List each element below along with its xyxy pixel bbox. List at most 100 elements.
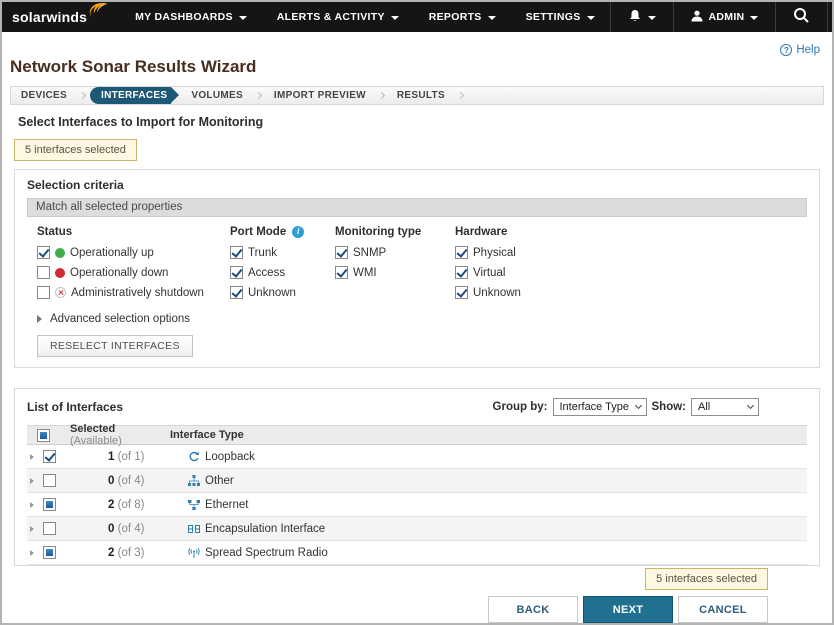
select-all-checkbox[interactable] xyxy=(37,429,50,442)
available-count: (of 8) xyxy=(118,499,145,511)
row-expander[interactable] xyxy=(27,454,43,460)
show-select[interactable]: All xyxy=(691,398,759,416)
show-label: Show: xyxy=(652,401,687,413)
row-count: 1 (of 1) xyxy=(108,451,186,463)
physical-checkbox[interactable] xyxy=(455,246,468,259)
advanced-options-label: Advanced selection options xyxy=(50,313,190,325)
step-separator-chevron-icon xyxy=(378,92,385,99)
virtual-checkbox[interactable] xyxy=(455,266,468,279)
solarwinds-logo[interactable]: solarwinds xyxy=(2,2,120,32)
nav-alerts-activity-label: ALERTS & ACTIVITY xyxy=(277,11,385,23)
footer: 5 interfaces selected BACK NEXT CANCEL xyxy=(2,568,832,623)
interface-type-label: Encapsulation Interface xyxy=(205,523,325,535)
operationally-up-checkbox[interactable] xyxy=(37,246,50,259)
trunk-checkbox[interactable] xyxy=(230,246,243,259)
operationally-down-checkbox[interactable] xyxy=(37,266,50,279)
row-count: 0 (of 4) xyxy=(108,475,186,487)
selected-count: 0 xyxy=(108,523,114,535)
criterion-operationally-up[interactable]: Operationally up xyxy=(37,246,230,259)
status-up-icon xyxy=(55,248,65,258)
step-results[interactable]: RESULTS xyxy=(387,90,455,101)
hardware-column-header: Hardware xyxy=(455,225,807,238)
row-expander[interactable] xyxy=(27,478,43,484)
step-interfaces-active[interactable]: INTERFACES xyxy=(90,87,171,104)
nav-settings[interactable]: SETTINGS xyxy=(511,2,610,32)
status-column-header: Status xyxy=(37,225,230,238)
wizard-steps-bar: DEVICES INTERFACES VOLUMES IMPORT PREVIE… xyxy=(10,86,824,105)
monitoring-type-column-header: Monitoring type xyxy=(335,225,455,238)
port-mode-header-label: Port Mode xyxy=(230,226,286,238)
criterion-snmp[interactable]: SNMP xyxy=(335,246,455,259)
criterion-wmi[interactable]: WMI xyxy=(335,266,455,279)
notifications-menu[interactable] xyxy=(610,2,673,32)
criterion-label: Administratively shutdown xyxy=(71,287,204,299)
encapsulation-icon xyxy=(186,523,201,535)
chevron-down-icon xyxy=(587,16,595,20)
port-mode-column-header: Port Mode i xyxy=(230,225,335,238)
admin-shutdown-checkbox[interactable] xyxy=(37,286,50,299)
encapsulation-row-checkbox[interactable] xyxy=(43,522,56,535)
table-row-ethernet: 2 (of 8) Ethernet xyxy=(27,493,807,517)
user-icon xyxy=(691,10,703,25)
back-button[interactable]: BACK xyxy=(488,596,578,623)
solarwinds-flame-icon xyxy=(88,2,110,25)
show-value: All xyxy=(698,401,710,413)
group-by-value: Interface Type xyxy=(560,401,630,413)
criterion-access[interactable]: Access xyxy=(230,266,335,279)
other-row-checkbox[interactable] xyxy=(43,474,56,487)
unknown-port-checkbox[interactable] xyxy=(230,286,243,299)
chevron-down-icon xyxy=(747,402,754,409)
snmp-checkbox[interactable] xyxy=(335,246,348,259)
next-button[interactable]: NEXT xyxy=(583,596,673,623)
monitoring-type-column: Monitoring type SNMP WMI xyxy=(335,225,455,306)
admin-menu[interactable]: ADMIN xyxy=(673,2,776,32)
criterion-label: Trunk xyxy=(248,247,277,259)
criterion-label: Unknown xyxy=(248,287,296,299)
criterion-unknown-hardware[interactable]: Unknown xyxy=(455,286,807,299)
row-expander[interactable] xyxy=(27,526,43,532)
criterion-operationally-down[interactable]: Operationally down xyxy=(37,266,230,279)
criterion-unknown-port[interactable]: Unknown xyxy=(230,286,335,299)
nav-help[interactable]: ? HELP xyxy=(827,2,834,32)
expand-triangle-icon xyxy=(30,550,34,556)
interfaces-selected-badge: 5 interfaces selected xyxy=(645,568,768,590)
page-help-link[interactable]: ? Help xyxy=(780,44,820,56)
selected-header-label: Selected xyxy=(70,423,115,435)
criterion-admin-shutdown[interactable]: Administratively shutdown xyxy=(37,286,230,299)
nav-my-dashboards[interactable]: MY DASHBOARDS xyxy=(120,2,262,32)
nav-alerts-activity[interactable]: ALERTS & ACTIVITY xyxy=(262,2,414,32)
ethernet-row-checkbox[interactable] xyxy=(43,498,56,511)
advanced-selection-options-toggle[interactable]: Advanced selection options xyxy=(37,312,807,325)
criterion-virtual[interactable]: Virtual xyxy=(455,266,807,279)
nav-reports[interactable]: REPORTS xyxy=(414,2,511,32)
cancel-button[interactable]: CANCEL xyxy=(678,596,768,623)
interface-type-label: Spread Spectrum Radio xyxy=(205,547,328,559)
search-button[interactable] xyxy=(775,2,827,32)
interfaces-selected-badge: 5 interfaces selected xyxy=(14,139,137,161)
access-checkbox[interactable] xyxy=(230,266,243,279)
step-import-preview[interactable]: IMPORT PREVIEW xyxy=(264,90,376,101)
group-by-label: Group by: xyxy=(493,401,548,413)
table-row-loopback: 1 (of 1) Loopback xyxy=(27,445,807,469)
interface-type-label: Ethernet xyxy=(205,499,248,511)
info-icon[interactable]: i xyxy=(292,226,304,238)
unknown-hardware-checkbox[interactable] xyxy=(455,286,468,299)
row-expander[interactable] xyxy=(27,550,43,556)
bell-icon xyxy=(628,9,642,25)
criterion-physical[interactable]: Physical xyxy=(455,246,807,259)
criterion-label: Unknown xyxy=(473,287,521,299)
criterion-trunk[interactable]: Trunk xyxy=(230,246,335,259)
available-count: (of 4) xyxy=(118,523,145,535)
row-expander[interactable] xyxy=(27,502,43,508)
loopback-row-checkbox[interactable] xyxy=(43,450,56,463)
radio-row-checkbox[interactable] xyxy=(43,546,56,559)
step-devices[interactable]: DEVICES xyxy=(11,90,77,101)
expand-triangle-icon xyxy=(30,502,34,508)
wmi-checkbox[interactable] xyxy=(335,266,348,279)
radio-icon xyxy=(186,547,201,559)
group-by-select[interactable]: Interface Type xyxy=(553,398,647,416)
expand-triangle-icon xyxy=(37,315,42,323)
reselect-interfaces-button[interactable]: RESELECT INTERFACES xyxy=(37,335,193,357)
criterion-label: Physical xyxy=(473,247,516,259)
step-volumes[interactable]: VOLUMES xyxy=(181,90,253,101)
